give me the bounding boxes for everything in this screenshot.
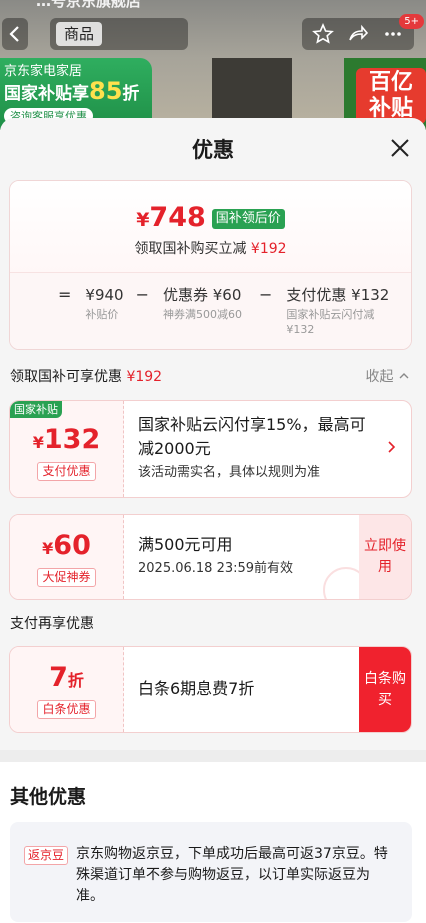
breakdown-sub: 补贴价 bbox=[85, 308, 119, 321]
price-breakdown: = ¥940 补贴价 − 优惠券 ¥60 神券满500减60 − 支付优惠 ¥1… bbox=[10, 272, 411, 349]
coupon-title: 国家补贴云闪付享15%，最高可减2000元 bbox=[138, 415, 366, 458]
coupon-amount-value: 132 bbox=[43, 424, 101, 455]
other-discounts-title: 其他优惠 bbox=[10, 786, 87, 808]
savings-amount: ¥192 bbox=[250, 241, 287, 257]
pay-section-header: 支付再享优惠 bbox=[10, 613, 416, 633]
coupon-type-tag: 白条优惠 bbox=[37, 700, 96, 719]
chevron-up-icon bbox=[399, 373, 409, 379]
coupon-title: 白条6期息费7折 bbox=[138, 679, 255, 698]
top-action-bar bbox=[302, 18, 414, 50]
message-count-badge: 5+ bbox=[399, 14, 424, 29]
promo-line-2-suffix: 折 bbox=[122, 84, 140, 104]
minus-sign: − bbox=[259, 285, 273, 304]
gov-payment-coupon[interactable]: ¥132 支付优惠 国家补贴 国家补贴云闪付享15%，最高可减2000元 该活动… bbox=[9, 400, 412, 498]
final-price-line: ¥748 国补领后价 bbox=[10, 181, 411, 235]
coupon-body: 白条6期息费7折 bbox=[138, 677, 351, 701]
coupon-desc: 该活动需实名，具体以规则为准 bbox=[138, 465, 321, 480]
baitiao-coupon: 7折 白条优惠 白条6期息费7折 白条购买 bbox=[9, 646, 412, 733]
breakdown-sub: 国家补贴云闪付减¥132 bbox=[286, 308, 375, 336]
breakdown-payment: 支付优惠 ¥132 国家补贴云闪付减¥132 bbox=[286, 285, 390, 349]
tab-product[interactable]: 商品 bbox=[56, 22, 103, 46]
price-tag: 国补领后价 bbox=[211, 209, 285, 229]
discount-sheet: 优惠 ¥748 国补领后价 领取国补购买立减 ¥192 = ¥940 补贴价 − bbox=[0, 118, 426, 923]
sheet-header: 优惠 bbox=[0, 118, 426, 180]
coupon-validity: 2025.06.18 23:59前有效 bbox=[138, 561, 294, 576]
close-icon bbox=[391, 139, 409, 157]
savings-label: 领取国补购买立减 bbox=[134, 241, 247, 257]
close-button[interactable] bbox=[386, 134, 414, 162]
badge-line-1: 百亿 bbox=[368, 70, 413, 95]
baitiao-buy-button[interactable]: 白条购买 bbox=[359, 647, 411, 732]
breakdown-main: ¥940 bbox=[85, 286, 124, 304]
coupon-amount: 7折 bbox=[10, 663, 123, 696]
currency-symbol: ¥ bbox=[136, 209, 150, 231]
store-title: …号京东旗舰店 bbox=[36, 0, 142, 10]
coupon-amount-area: ¥60 大促神券 bbox=[10, 515, 124, 599]
collapse-toggle[interactable]: 收起 bbox=[366, 366, 410, 386]
coupon-amount: ¥60 bbox=[10, 531, 123, 564]
promo-discount: 85 bbox=[89, 77, 123, 105]
breakdown-base-price: ¥940 补贴价 bbox=[85, 285, 124, 349]
jingdou-tag: 返京豆 bbox=[24, 846, 69, 865]
other-discounts-section: 其他优惠 返京豆 京东购物返京豆，下单成功后最高可返37京豆。特殊渠道订单不参与… bbox=[0, 762, 426, 923]
promo-line-2: 国家补贴享85折 bbox=[4, 77, 148, 105]
section-amount: ¥192 bbox=[126, 369, 163, 385]
section-divider bbox=[0, 750, 426, 762]
equals-sign: = bbox=[58, 285, 72, 304]
coupon-amount-value: 7 bbox=[49, 662, 68, 693]
minus-sign: − bbox=[135, 285, 149, 304]
coupon-title: 满500元可用 bbox=[138, 535, 233, 554]
coupon-amount-unit: 折 bbox=[67, 671, 84, 690]
use-now-button[interactable]: 立即使用 bbox=[359, 515, 411, 599]
breakdown-main: 支付优惠 ¥132 bbox=[286, 286, 390, 304]
jingdou-description: 京东购物返京豆，下单成功后最高可返37京豆。特殊渠道订单不参与购物返豆，以订单实… bbox=[76, 846, 388, 904]
coupon-type-tag: 支付优惠 bbox=[37, 462, 96, 481]
section-label: 领取国补可享优惠 bbox=[10, 369, 122, 385]
coupon-amount-area: 7折 白条优惠 bbox=[10, 647, 124, 732]
chevron-right-icon[interactable] bbox=[387, 439, 397, 455]
breakdown-sub: 神券满500减60 bbox=[163, 308, 242, 321]
price-summary-card: ¥748 国补领后价 领取国补购买立减 ¥192 = ¥940 补贴价 − 优惠… bbox=[9, 180, 412, 350]
section-label: 支付再享优惠 bbox=[10, 616, 94, 632]
promo-coupon: ¥60 大促神券 满500元可用 2025.06.18 23:59前有效 立即使… bbox=[9, 514, 412, 600]
top-tab-bar: 商品 bbox=[50, 18, 188, 50]
star-icon[interactable] bbox=[312, 23, 335, 45]
coupon-body: 满500元可用 2025.06.18 23:59前有效 bbox=[138, 533, 351, 579]
breakdown-coupon: 优惠券 ¥60 神券满500减60 bbox=[163, 285, 247, 349]
promo-line-1: 京东家电家居 bbox=[4, 64, 83, 79]
share-icon[interactable] bbox=[347, 23, 369, 45]
final-price-value: 748 bbox=[149, 202, 206, 233]
promo-line-2-prefix: 国家补贴享 bbox=[4, 84, 89, 104]
coupon-type-tag: 大促神券 bbox=[37, 568, 96, 587]
collapse-label: 收起 bbox=[365, 369, 394, 385]
savings-line: 领取国补购买立减 ¥192 bbox=[10, 238, 411, 258]
currency-symbol: ¥ bbox=[32, 433, 44, 452]
coupon-amount: ¥132 bbox=[10, 425, 123, 458]
back-button[interactable] bbox=[2, 18, 28, 50]
gov-subsidy-badge: 国家补贴 bbox=[10, 401, 62, 418]
jingdou-rebate-card: 返京豆 京东购物返京豆，下单成功后最高可返37京豆。特殊渠道订单不参与购物返豆，… bbox=[10, 822, 412, 922]
coupon-amount-value: 60 bbox=[53, 530, 91, 561]
final-price: ¥748 bbox=[136, 203, 206, 235]
back-arrow-icon bbox=[9, 26, 19, 42]
breakdown-main: 优惠券 ¥60 bbox=[163, 286, 242, 304]
sheet-title: 优惠 bbox=[192, 138, 234, 162]
billion-subsidy-logo: 百亿 补贴 bbox=[356, 68, 426, 124]
gov-subsidy-section-header: 领取国补可享优惠 ¥192 收起 bbox=[10, 366, 416, 386]
coupon-body: 国家补贴云闪付享15%，最高可减2000元 该活动需实名，具体以规则为准 bbox=[138, 413, 367, 483]
currency-symbol: ¥ bbox=[42, 539, 54, 558]
product-page-backdrop: …号京东旗舰店 商品 5+ 京东家电家居 国家补贴享85折 咨询客服享优惠 百亿… bbox=[0, 0, 426, 130]
final-price-area: ¥748 国补领后价 领取国补购买立减 ¥192 bbox=[10, 181, 411, 272]
